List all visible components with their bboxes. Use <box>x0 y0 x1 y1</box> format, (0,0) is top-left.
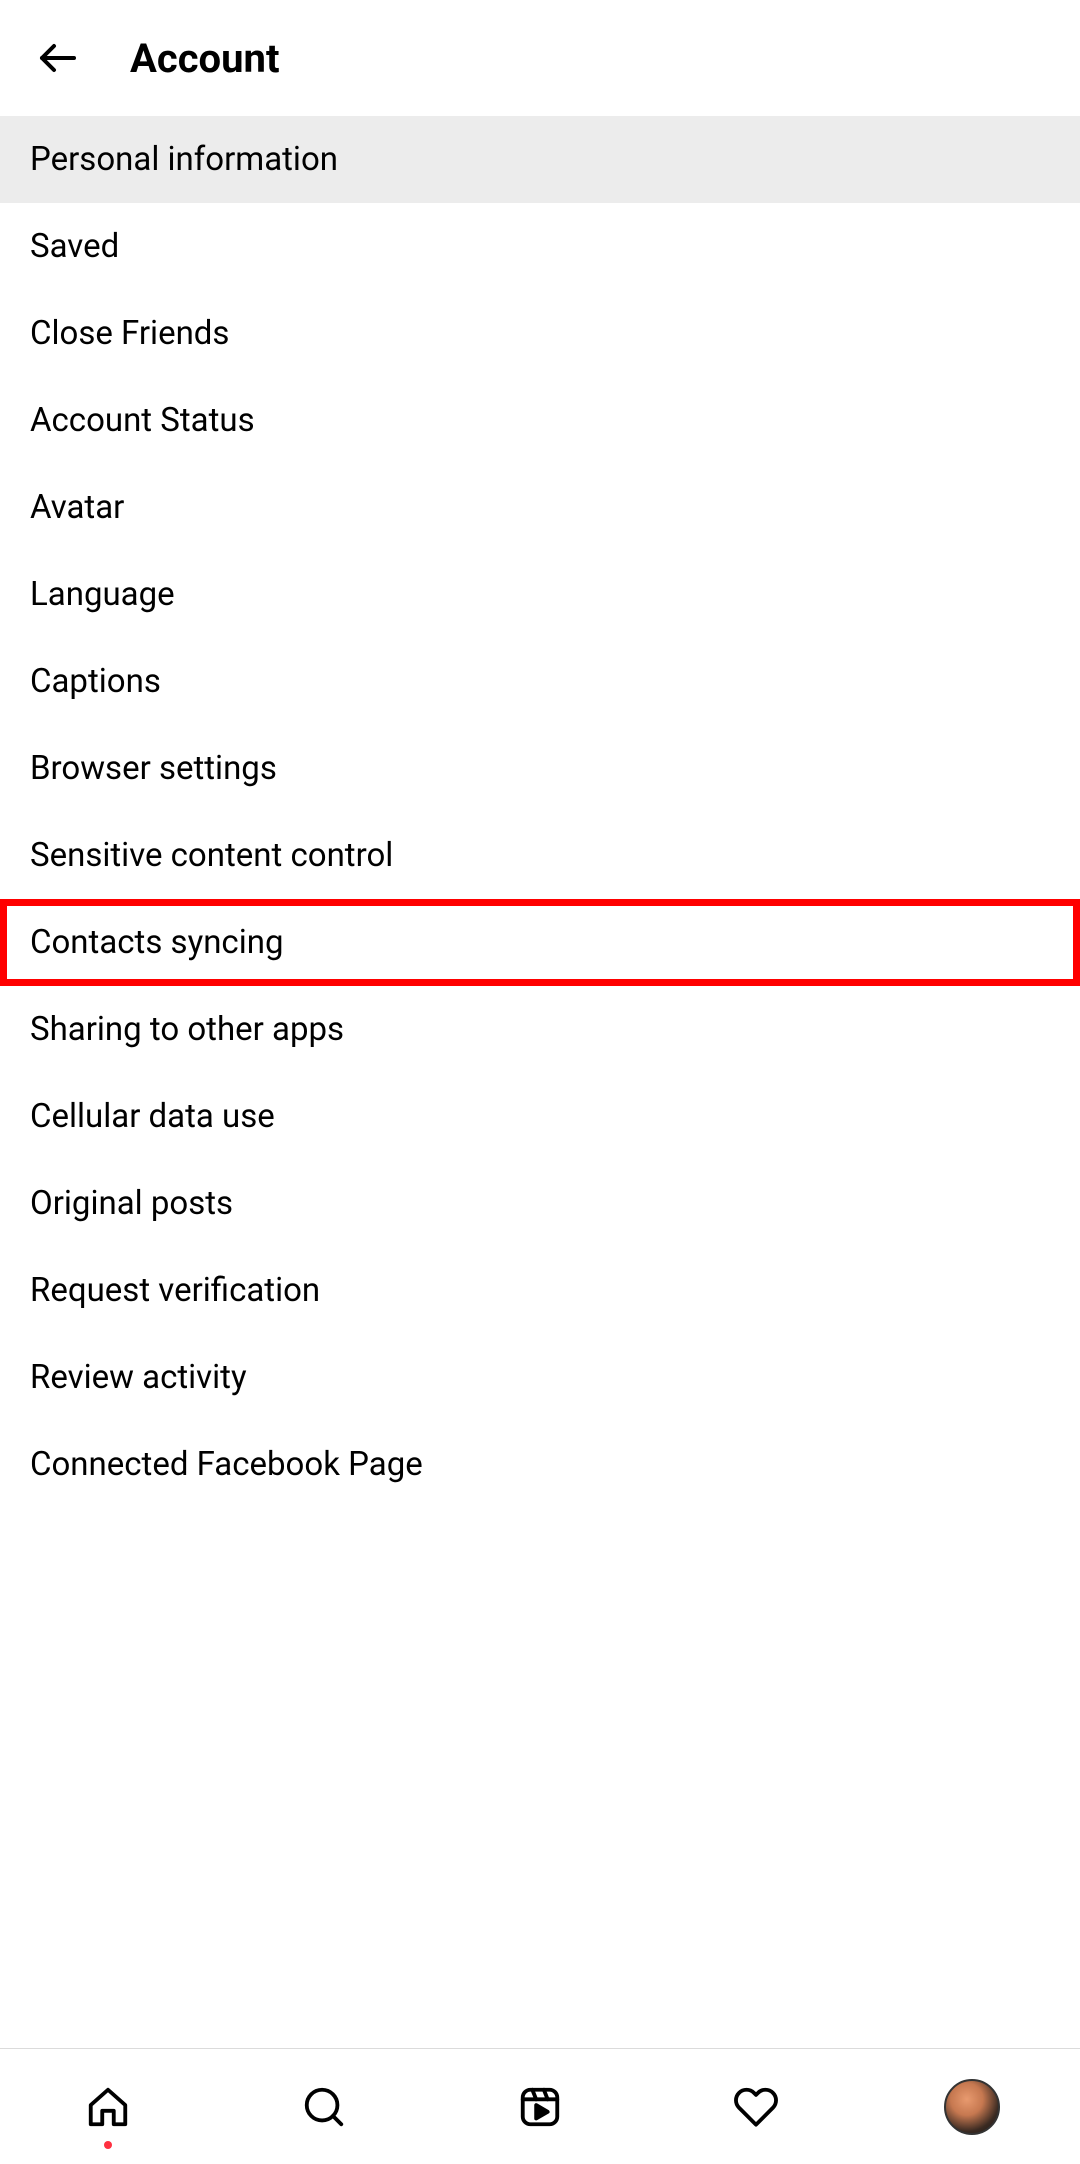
nav-activity[interactable] <box>726 2077 786 2137</box>
nav-home-notification-dot <box>104 2141 112 2149</box>
menu-item-label: Cellular data use <box>30 1097 275 1136</box>
nav-home[interactable] <box>78 2077 138 2137</box>
menu-item-sensitive-content-control[interactable]: Sensitive content control <box>0 812 1080 899</box>
heart-icon <box>733 2084 779 2130</box>
search-icon <box>301 2084 347 2130</box>
menu-item-label: Close Friends <box>30 314 229 353</box>
menu-item-label: Request verification <box>30 1271 320 1310</box>
menu-item-avatar[interactable]: Avatar <box>0 464 1080 551</box>
menu-item-label: Review activity <box>30 1358 247 1397</box>
menu-item-label: Avatar <box>30 488 124 527</box>
menu-list: Personal information Saved Close Friends… <box>0 116 1080 1508</box>
profile-avatar-icon <box>944 2079 1000 2135</box>
menu-item-cellular-data-use[interactable]: Cellular data use <box>0 1073 1080 1160</box>
menu-item-label: Connected Facebook Page <box>30 1445 423 1484</box>
menu-item-language[interactable]: Language <box>0 551 1080 638</box>
menu-item-label: Captions <box>30 662 161 701</box>
menu-item-label: Sharing to other apps <box>30 1010 344 1049</box>
nav-reels[interactable] <box>510 2077 570 2137</box>
menu-item-label: Sensitive content control <box>30 836 393 875</box>
menu-item-label: Contacts syncing <box>30 923 283 962</box>
nav-search[interactable] <box>294 2077 354 2137</box>
menu-item-browser-settings[interactable]: Browser settings <box>0 725 1080 812</box>
menu-item-account-status[interactable]: Account Status <box>0 377 1080 464</box>
menu-item-saved[interactable]: Saved <box>0 203 1080 290</box>
menu-item-review-activity[interactable]: Review activity <box>0 1334 1080 1421</box>
menu-item-sharing-to-other-apps[interactable]: Sharing to other apps <box>0 986 1080 1073</box>
menu-item-captions[interactable]: Captions <box>0 638 1080 725</box>
menu-item-personal-information[interactable]: Personal information <box>0 116 1080 203</box>
menu-item-close-friends[interactable]: Close Friends <box>0 290 1080 377</box>
reels-icon <box>517 2084 563 2130</box>
menu-item-original-posts[interactable]: Original posts <box>0 1160 1080 1247</box>
bottom-nav <box>0 2048 1080 2164</box>
back-button[interactable] <box>28 28 88 88</box>
back-arrow-icon <box>34 34 82 82</box>
menu-item-label: Personal information <box>30 140 338 179</box>
menu-item-label: Language <box>30 575 175 614</box>
menu-item-label: Browser settings <box>30 749 277 788</box>
menu-item-label: Account Status <box>30 401 255 440</box>
page-title: Account <box>130 35 280 82</box>
header: Account <box>0 0 1080 116</box>
nav-profile[interactable] <box>942 2077 1002 2137</box>
menu-item-contacts-syncing[interactable]: Contacts syncing <box>0 899 1080 986</box>
home-icon <box>85 2084 131 2130</box>
menu-item-connected-facebook-page[interactable]: Connected Facebook Page <box>0 1421 1080 1508</box>
menu-item-request-verification[interactable]: Request verification <box>0 1247 1080 1334</box>
menu-item-label: Original posts <box>30 1184 233 1223</box>
menu-item-label: Saved <box>30 227 119 266</box>
